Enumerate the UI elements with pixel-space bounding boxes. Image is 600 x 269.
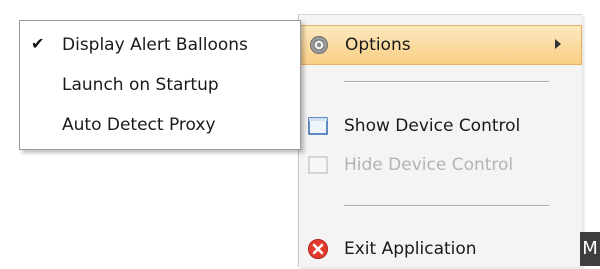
- checkmark-icon: ✔: [31, 34, 45, 53]
- menu-item-label: Hide Device Control: [344, 155, 514, 175]
- gear-icon: [306, 32, 332, 58]
- submenu-item-label: Launch on Startup: [62, 75, 219, 95]
- menu-item-label: Exit Application: [344, 239, 477, 259]
- taskbar-badge[interactable]: M: [580, 232, 600, 266]
- submenu-item-launch-on-startup[interactable]: Launch on Startup: [20, 67, 300, 103]
- menu-item-hide-device-control: Hide Device Control: [299, 145, 582, 185]
- submenu-item-display-alert-balloons[interactable]: ✔ Display Alert Balloons: [20, 27, 300, 63]
- menu-item-exit-application[interactable]: Exit Application: [299, 229, 582, 269]
- submenu-item-label: Auto Detect Proxy: [62, 115, 216, 135]
- menu-separator: [344, 81, 549, 83]
- exit-icon: [305, 236, 331, 262]
- options-submenu: ✔ Display Alert Balloons Launch on Start…: [19, 20, 301, 150]
- context-menu: Options Show Device Control Hide Device …: [298, 14, 582, 267]
- submenu-arrow-icon: [555, 39, 561, 49]
- menu-item-show-device-control[interactable]: Show Device Control: [299, 106, 582, 146]
- menu-item-options[interactable]: Options: [299, 25, 582, 65]
- window-icon: [305, 152, 331, 178]
- submenu-item-label: Display Alert Balloons: [62, 35, 248, 55]
- submenu-item-auto-detect-proxy[interactable]: Auto Detect Proxy: [20, 107, 300, 143]
- menu-item-label: Options: [345, 35, 411, 55]
- menu-item-label: Show Device Control: [344, 116, 521, 136]
- menu-separator: [344, 205, 549, 207]
- window-icon: [305, 113, 331, 139]
